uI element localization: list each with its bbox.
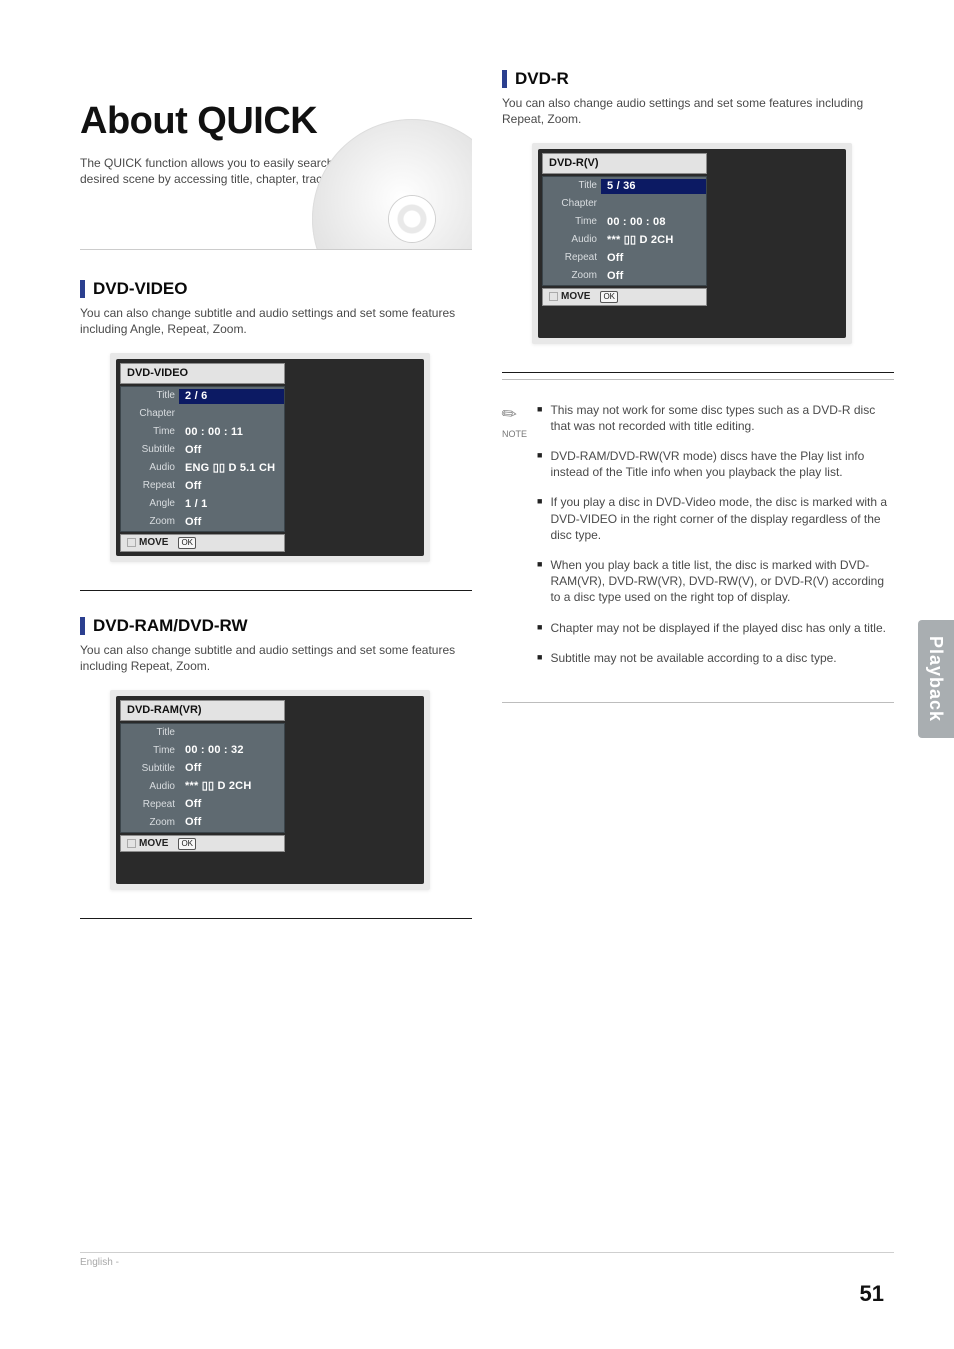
osd-footer: MOVE OK <box>542 288 707 306</box>
osd-row-label: Time <box>543 215 601 229</box>
osd-row-value: Off <box>601 269 706 284</box>
osd-dvd-video: DVD-VIDEO Title2 / 6 Chapter Time00 : 00… <box>110 353 430 561</box>
osd-footer-ok: OK <box>178 838 196 850</box>
osd-row-label: Repeat <box>121 798 179 812</box>
osd-row-value: *** ▯▯ D 2CH <box>601 233 706 248</box>
note-icon: ✎ NOTE <box>502 402 527 680</box>
osd-row-value: *** ▯▯ D 2CH <box>179 779 284 794</box>
osd-row-label: Repeat <box>121 479 179 493</box>
osd-footer: MOVE OK <box>120 534 285 552</box>
osd-row-label: Chapter <box>543 197 601 211</box>
section-heading-label: DVD-RAM/DVD-RW <box>93 615 248 638</box>
section-heading-dvd-video: DVD-VIDEO <box>80 278 472 301</box>
osd-dvd-ram: DVD-RAM(VR) Title Time00 : 00 : 32 Subti… <box>110 690 430 890</box>
osd-disc-label: DVD-VIDEO <box>120 363 285 384</box>
note-item: This may not work for some disc types su… <box>537 402 894 434</box>
page-footer: English - <box>80 1252 894 1270</box>
section-heading-dvd-ram-rw: DVD-RAM/DVD-RW <box>80 615 472 638</box>
note-item: Chapter may not be displayed if the play… <box>537 620 894 636</box>
section-desc: You can also change subtitle and audio s… <box>80 305 472 337</box>
section-desc: You can also change subtitle and audio s… <box>80 642 472 674</box>
osd-row-value: Off <box>179 443 284 458</box>
osd-row-value: Off <box>179 761 284 776</box>
osd-row-value: 00 : 00 : 08 <box>601 215 706 230</box>
osd-row-label: Audio <box>543 233 601 247</box>
osd-row-value: ENG ▯▯ D 5.1 CH <box>179 461 284 476</box>
osd-row-value: Off <box>179 815 284 830</box>
osd-footer: MOVE OK <box>120 835 285 853</box>
pencil-icon: ✎ <box>496 400 523 428</box>
section-heading-label: DVD-VIDEO <box>93 278 187 301</box>
osd-row-label: Repeat <box>543 251 601 265</box>
osd-row-value: 00 : 00 : 11 <box>179 425 284 440</box>
osd-row-label: Angle <box>121 497 179 511</box>
note-item: DVD-RAM/DVD-RW(VR mode) discs have the P… <box>537 448 894 480</box>
osd-row-label: Chapter <box>121 407 179 421</box>
osd-row-value: Off <box>179 515 284 530</box>
osd-dvd-r: DVD-R(V) Title5 / 36 Chapter Time00 : 00… <box>532 143 852 343</box>
osd-row-value: 5 / 36 <box>601 179 706 194</box>
note-label: NOTE <box>502 428 527 440</box>
divider <box>80 590 472 591</box>
osd-row-label: Subtitle <box>121 762 179 776</box>
osd-row-label: Audio <box>121 461 179 475</box>
note-list: This may not work for some disc types su… <box>537 402 894 680</box>
divider <box>80 918 472 919</box>
osd-row-label: Zoom <box>121 816 179 830</box>
notes-block: ✎ NOTE This may not work for some disc t… <box>502 402 894 680</box>
osd-footer-move: MOVE <box>561 290 590 304</box>
osd-footer-ok: OK <box>178 537 196 549</box>
osd-disc-label: DVD-R(V) <box>542 153 707 174</box>
osd-row-label: Time <box>121 744 179 758</box>
divider-light <box>502 379 894 380</box>
osd-row-label: Title <box>543 179 601 193</box>
note-item: If you play a disc in DVD-Video mode, th… <box>537 494 894 543</box>
page-number: 51 <box>860 1279 884 1309</box>
osd-row-label: Zoom <box>543 269 601 283</box>
note-item: When you play back a title list, the dis… <box>537 557 894 606</box>
osd-row-label: Title <box>121 389 179 403</box>
osd-footer-move: MOVE <box>139 536 168 550</box>
osd-row-value: Off <box>179 797 284 812</box>
divider-light <box>502 702 894 703</box>
osd-row-label: Title <box>121 726 179 740</box>
osd-row-value: Off <box>601 251 706 266</box>
osd-row-label: Zoom <box>121 515 179 529</box>
osd-footer-ok: OK <box>600 291 618 303</box>
note-item: Subtitle may not be available according … <box>537 650 894 666</box>
footer-text: English - <box>80 1256 894 1270</box>
osd-row-value: 2 / 6 <box>179 389 284 404</box>
side-tab-playback: Playback <box>918 620 954 738</box>
section-desc: You can also change audio settings and s… <box>502 95 894 127</box>
osd-row-label: Subtitle <box>121 443 179 457</box>
osd-row-value: Off <box>179 479 284 494</box>
osd-row-label: Audio <box>121 780 179 794</box>
osd-row-label: Time <box>121 425 179 439</box>
osd-footer-move: MOVE <box>139 837 168 851</box>
divider <box>502 372 894 373</box>
hero-block: About QUICK The QUICK function allows yo… <box>80 60 472 250</box>
section-heading-label: DVD-R <box>515 68 569 91</box>
section-heading-dvd-r: DVD-R <box>502 68 894 91</box>
osd-row-value: 1 / 1 <box>179 497 284 512</box>
osd-disc-label: DVD-RAM(VR) <box>120 700 285 721</box>
osd-row-value: 00 : 00 : 32 <box>179 743 284 758</box>
